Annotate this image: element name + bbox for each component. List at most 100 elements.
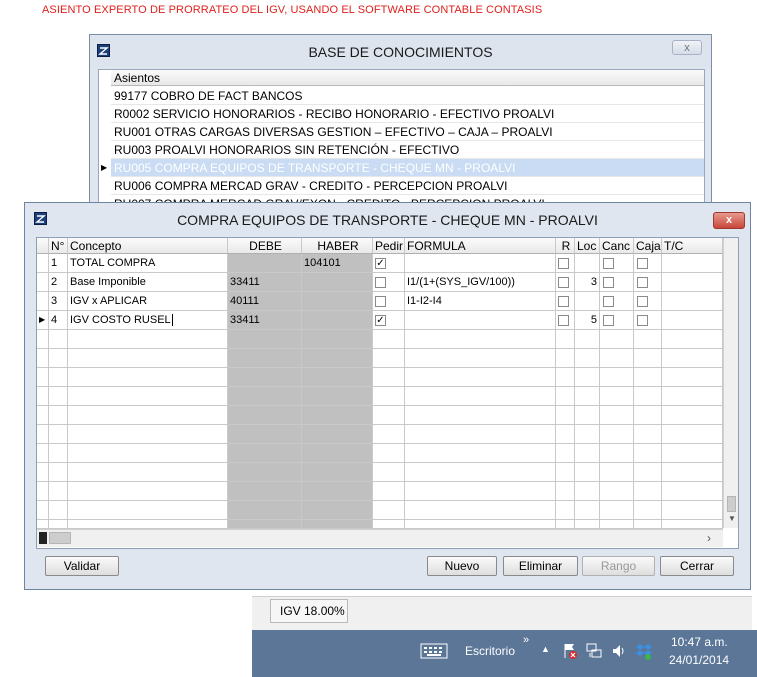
cell-loc[interactable]: 3: [575, 273, 600, 292]
empty-grid-cell[interactable]: [634, 520, 662, 529]
empty-grid-cell[interactable]: [49, 349, 68, 368]
empty-grid-cell[interactable]: [556, 330, 575, 349]
empty-grid-cell[interactable]: [575, 444, 600, 463]
empty-grid-cell[interactable]: [373, 387, 405, 406]
cell-loc[interactable]: [575, 292, 600, 311]
empty-grid-cell[interactable]: [556, 463, 575, 482]
empty-grid-cell[interactable]: [228, 368, 302, 387]
cell-n[interactable]: 1: [49, 254, 68, 273]
empty-grid-cell[interactable]: [405, 482, 556, 501]
empty-grid-cell[interactable]: [302, 368, 373, 387]
r-checkbox[interactable]: [558, 277, 569, 288]
empty-grid-cell[interactable]: [228, 406, 302, 425]
empty-grid-cell[interactable]: [662, 463, 723, 482]
empty-grid-cell[interactable]: [373, 463, 405, 482]
empty-grid-cell[interactable]: [37, 501, 49, 520]
validar-button[interactable]: Validar: [45, 556, 119, 576]
empty-grid-cell[interactable]: [662, 425, 723, 444]
empty-grid-cell[interactable]: [68, 482, 228, 501]
empty-grid-cell[interactable]: [302, 349, 373, 368]
empty-grid-cell[interactable]: [600, 349, 634, 368]
cell-debe[interactable]: 33411: [228, 311, 302, 330]
asientos-list[interactable]: Asientos 99177 COBRO DE FACT BANCOS R000…: [98, 69, 705, 209]
empty-grid-cell[interactable]: [575, 330, 600, 349]
empty-grid-cell[interactable]: [662, 349, 723, 368]
empty-grid-cell[interactable]: [600, 520, 634, 529]
empty-grid-cell[interactable]: [373, 482, 405, 501]
empty-grid-cell[interactable]: [373, 444, 405, 463]
horizontal-scrollbar[interactable]: ›: [37, 529, 723, 547]
empty-grid-cell[interactable]: [556, 520, 575, 529]
cell-haber[interactable]: [302, 273, 373, 292]
empty-grid-cell[interactable]: [556, 387, 575, 406]
empty-grid-cell[interactable]: [373, 520, 405, 529]
empty-grid-cell[interactable]: [575, 387, 600, 406]
empty-grid-cell[interactable]: [600, 501, 634, 520]
cell-tc[interactable]: [662, 311, 723, 330]
canc-checkbox[interactable]: [603, 258, 614, 269]
list-item-selected[interactable]: RU005 COMPRA EQUIPOS DE TRANSPORTE - CHE…: [111, 159, 704, 177]
col-header-concepto[interactable]: Concepto: [68, 238, 228, 254]
list-item[interactable]: RU006 COMPRA MERCAD GRAV - CREDITO - PER…: [111, 177, 704, 195]
col-header-tc[interactable]: T/C: [662, 238, 723, 254]
empty-grid-cell[interactable]: [373, 349, 405, 368]
empty-grid-cell[interactable]: [228, 463, 302, 482]
empty-grid-cell[interactable]: [228, 444, 302, 463]
col-header-r[interactable]: R: [556, 238, 575, 254]
empty-grid-cell[interactable]: [228, 387, 302, 406]
desktop-toolbar-label[interactable]: Escritorio: [465, 644, 515, 658]
knowledge-base-titlebar[interactable]: BASE DE CONOCIMIENTOS x: [90, 35, 711, 67]
empty-grid-cell[interactable]: [302, 520, 373, 529]
cell-n[interactable]: 2: [49, 273, 68, 292]
empty-grid-cell[interactable]: [600, 463, 634, 482]
empty-grid-cell[interactable]: [49, 330, 68, 349]
empty-grid-cell[interactable]: [556, 406, 575, 425]
pedir-checkbox[interactable]: [375, 296, 386, 307]
empty-grid-cell[interactable]: [228, 349, 302, 368]
empty-grid-cell[interactable]: [405, 368, 556, 387]
empty-grid-cell[interactable]: [68, 425, 228, 444]
empty-grid-cell[interactable]: [600, 406, 634, 425]
empty-grid-cell[interactable]: [228, 330, 302, 349]
empty-grid-cell[interactable]: [49, 444, 68, 463]
caja-checkbox[interactable]: [637, 258, 648, 269]
empty-grid-cell[interactable]: [662, 501, 723, 520]
vertical-scrollbar[interactable]: ▼: [723, 238, 738, 528]
empty-grid-cell[interactable]: [556, 501, 575, 520]
empty-grid-cell[interactable]: [405, 520, 556, 529]
empty-grid-cell[interactable]: [575, 406, 600, 425]
empty-grid-cell[interactable]: [68, 387, 228, 406]
col-header-pedir[interactable]: Pedir: [373, 238, 405, 254]
cell-formula[interactable]: [405, 254, 556, 273]
empty-grid-cell[interactable]: [600, 425, 634, 444]
empty-grid-cell[interactable]: [68, 406, 228, 425]
empty-grid-cell[interactable]: [228, 520, 302, 529]
empty-grid-cell[interactable]: [600, 444, 634, 463]
cell-tc[interactable]: [662, 273, 723, 292]
col-header-debe[interactable]: DEBE: [228, 238, 302, 254]
cell-debe[interactable]: 40111: [228, 292, 302, 311]
empty-grid-cell[interactable]: [556, 444, 575, 463]
col-header-formula[interactable]: FORMULA: [405, 238, 556, 254]
empty-grid-cell[interactable]: [575, 425, 600, 444]
dropbox-sync-icon[interactable]: [635, 641, 653, 661]
empty-grid-cell[interactable]: [575, 482, 600, 501]
empty-grid-cell[interactable]: [405, 425, 556, 444]
pedir-checkbox[interactable]: ✓: [375, 315, 386, 326]
empty-grid-cell[interactable]: [373, 330, 405, 349]
empty-grid-cell[interactable]: [302, 406, 373, 425]
entry-window-titlebar[interactable]: COMPRA EQUIPOS DE TRANSPORTE - CHEQUE MN…: [25, 203, 750, 233]
asientos-list-header[interactable]: Asientos: [111, 70, 704, 86]
empty-grid-cell[interactable]: [228, 501, 302, 520]
empty-grid-cell[interactable]: [37, 520, 49, 529]
list-item[interactable]: RU003 PROALVI HONORARIOS SIN RETENCIÓN -…: [111, 141, 704, 159]
empty-grid-cell[interactable]: [37, 425, 49, 444]
r-checkbox[interactable]: [558, 258, 569, 269]
empty-grid-cell[interactable]: [37, 444, 49, 463]
canc-checkbox[interactable]: [603, 315, 614, 326]
chevron-right-icon[interactable]: ›: [707, 531, 719, 545]
empty-grid-cell[interactable]: [600, 387, 634, 406]
empty-grid-cell[interactable]: [68, 463, 228, 482]
empty-grid-cell[interactable]: [37, 387, 49, 406]
empty-grid-cell[interactable]: [634, 501, 662, 520]
